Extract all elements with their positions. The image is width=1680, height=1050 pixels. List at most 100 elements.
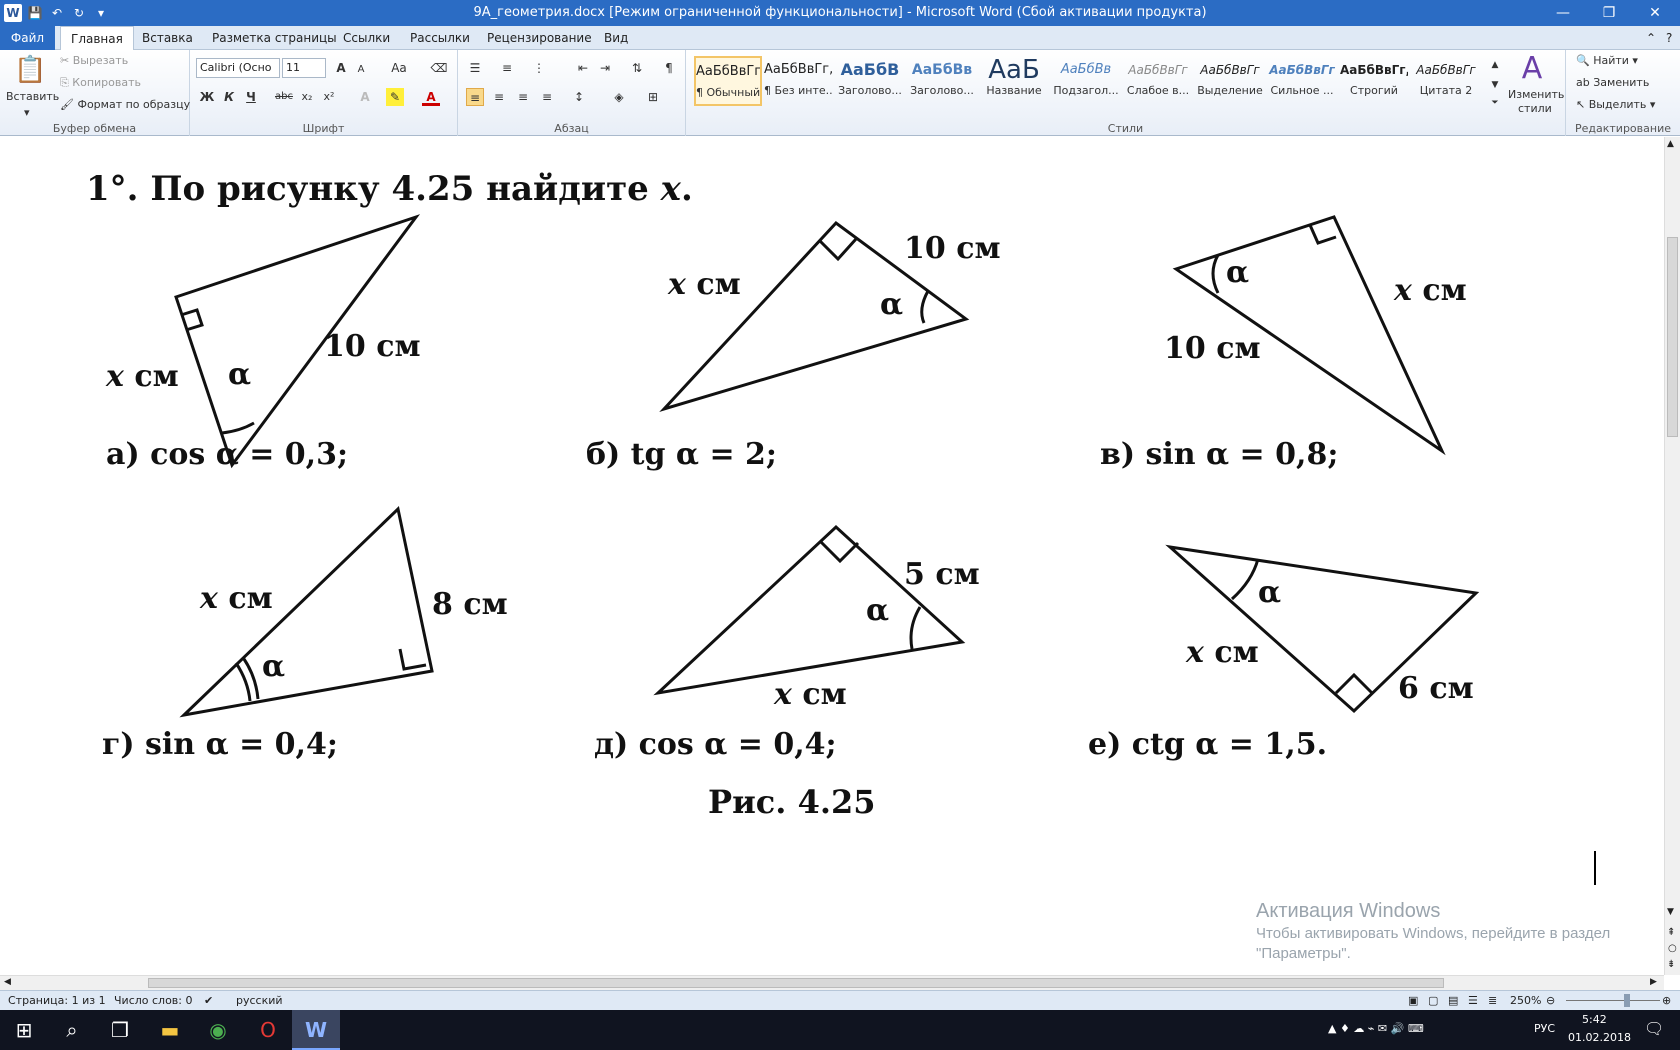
- scroll-right-icon[interactable]: ▶: [1650, 977, 1657, 987]
- strikethrough-button[interactable]: abc: [272, 88, 296, 106]
- horizontal-scrollbar[interactable]: ◀ ▶: [0, 975, 1664, 990]
- copy-button[interactable]: ⎘ Копировать: [60, 76, 141, 90]
- borders-icon[interactable]: ⊞: [644, 88, 662, 106]
- change-styles-icon[interactable]: A: [1512, 52, 1552, 86]
- zoom-in-icon[interactable]: ⊕: [1662, 994, 1671, 1007]
- bold-button[interactable]: Ж: [198, 88, 216, 106]
- bullets-icon[interactable]: ☰: [466, 59, 484, 77]
- restore-button[interactable]: ❐: [1586, 0, 1632, 26]
- shading-icon[interactable]: ◈: [610, 88, 628, 106]
- chrome-icon[interactable]: ◉: [194, 1010, 242, 1050]
- style-subtitle[interactable]: АаБбВв Подзагол...: [1052, 56, 1120, 106]
- text-effects-icon[interactable]: A: [356, 88, 374, 106]
- clear-formatting-icon[interactable]: ⌫: [430, 59, 448, 77]
- subscript-button[interactable]: x₂: [298, 88, 316, 106]
- tray-icons[interactable]: ▲ ♦ ☁ ⌁ ✉ 🔊 ⌨: [1328, 1022, 1424, 1035]
- search-icon[interactable]: ⌕: [48, 1010, 96, 1050]
- paste-dropdown-icon[interactable]: ▾: [24, 106, 30, 119]
- increase-indent-icon[interactable]: ⇥: [596, 59, 614, 77]
- style-title[interactable]: АаБ Название: [980, 56, 1048, 106]
- proofing-icon[interactable]: ✔: [204, 994, 213, 1007]
- vertical-scrollbar[interactable]: ▲ ▼ ⇞ ○ ⇟: [1664, 137, 1680, 975]
- align-center-icon[interactable]: ≡: [490, 88, 508, 106]
- align-left-icon[interactable]: ≡: [466, 88, 484, 106]
- undo-icon[interactable]: ↶: [48, 4, 66, 22]
- numbering-icon[interactable]: ≡: [498, 59, 516, 77]
- scroll-left-icon[interactable]: ◀: [4, 977, 11, 987]
- shrink-font-button[interactable]: A: [352, 61, 370, 79]
- tab-view[interactable]: Вид: [594, 26, 638, 50]
- task-view-icon[interactable]: ❐: [96, 1010, 144, 1050]
- word-count[interactable]: Число слов: 0: [114, 994, 193, 1007]
- paste-button[interactable]: Вставить: [6, 90, 59, 103]
- word-logo-icon[interactable]: W: [4, 4, 22, 22]
- italic-button[interactable]: К: [220, 88, 238, 106]
- style-heading-1[interactable]: АаБбВ Заголово...: [836, 56, 904, 106]
- highlight-icon[interactable]: ✎: [386, 88, 404, 106]
- clock-time[interactable]: 5:42: [1582, 1013, 1607, 1026]
- style-heading-2[interactable]: АаБбВв Заголово...: [908, 56, 976, 106]
- styles-more-icon[interactable]: ⏷: [1486, 94, 1504, 112]
- font-color-icon[interactable]: A: [422, 88, 440, 106]
- close-button[interactable]: ✕: [1632, 0, 1678, 26]
- justify-icon[interactable]: ≡: [538, 88, 556, 106]
- full-screen-view-icon[interactable]: ▢: [1428, 994, 1438, 1007]
- style-quote[interactable]: АаБбВвГг Цитата 2: [1412, 56, 1480, 106]
- input-language[interactable]: РУС: [1534, 1022, 1555, 1035]
- start-windows-icon[interactable]: ⊞: [0, 1010, 48, 1050]
- superscript-button[interactable]: x²: [320, 88, 338, 106]
- multilevel-list-icon[interactable]: ⋮: [530, 59, 548, 77]
- file-explorer-icon[interactable]: ▬: [146, 1010, 194, 1050]
- select-button[interactable]: ↖ Выделить ▾: [1576, 98, 1655, 111]
- sort-icon[interactable]: ⇅: [628, 59, 646, 77]
- redo-icon[interactable]: ↻: [70, 4, 88, 22]
- tab-mailings[interactable]: Рассылки: [400, 26, 480, 50]
- page-count[interactable]: Страница: 1 из 1: [8, 994, 106, 1007]
- tab-home[interactable]: Главная: [60, 26, 134, 51]
- style-subtle-emphasis[interactable]: АаБбВвГг Слабое в...: [1124, 56, 1192, 106]
- language-indicator[interactable]: русский: [236, 994, 283, 1007]
- draft-view-icon[interactable]: ≣: [1488, 994, 1497, 1007]
- web-layout-view-icon[interactable]: ▤: [1448, 994, 1458, 1007]
- help-icon[interactable]: ?: [1656, 26, 1680, 50]
- line-spacing-icon[interactable]: ↕: [570, 88, 588, 106]
- tab-page-layout[interactable]: Разметка страницы: [202, 26, 347, 50]
- find-button[interactable]: 🔍 Найти ▾: [1576, 54, 1638, 67]
- grow-font-button[interactable]: A: [332, 59, 350, 77]
- zoom-level[interactable]: 250%: [1510, 994, 1541, 1007]
- format-painter-button[interactable]: 🖌 Формат по образцу: [60, 98, 190, 111]
- zoom-slider-thumb[interactable]: [1624, 994, 1630, 1007]
- word-taskbar-icon[interactable]: W: [292, 1010, 340, 1050]
- underline-button[interactable]: Ч: [242, 88, 260, 106]
- decrease-indent-icon[interactable]: ⇤: [574, 59, 592, 77]
- replace-button[interactable]: ab Заменить: [1576, 76, 1649, 89]
- font-size-combo[interactable]: 11: [282, 58, 326, 78]
- horizontal-scroll-thumb[interactable]: [148, 978, 1444, 988]
- style-strong[interactable]: АаБбВвГг, Строгий: [1340, 56, 1408, 106]
- style-no-spacing[interactable]: АаБбВвГг, ¶ Без инте...: [764, 56, 832, 106]
- style-emphasis[interactable]: АаБбВвГг Выделение: [1196, 56, 1264, 106]
- font-name-combo[interactable]: Calibri (Осно: [196, 58, 280, 78]
- vertical-scroll-thumb[interactable]: [1667, 237, 1678, 437]
- next-page-icon[interactable]: ⇟: [1667, 959, 1675, 970]
- print-layout-view-icon[interactable]: ▣: [1408, 994, 1418, 1007]
- prev-page-icon[interactable]: ⇞: [1667, 927, 1675, 938]
- minimize-button[interactable]: —: [1540, 0, 1586, 26]
- styles-scroll-down-icon[interactable]: ▼: [1486, 76, 1504, 94]
- zoom-out-icon[interactable]: ⊖: [1546, 994, 1555, 1007]
- styles-scroll-up-icon[interactable]: ▲: [1486, 56, 1504, 74]
- browse-object-icon[interactable]: ○: [1668, 943, 1677, 954]
- style-normal[interactable]: АаБбВвГг, ¶ Обычный: [694, 56, 762, 106]
- align-right-icon[interactable]: ≡: [514, 88, 532, 106]
- scroll-up-icon[interactable]: ▲: [1667, 139, 1674, 149]
- opera-icon[interactable]: O: [244, 1010, 292, 1050]
- change-case-button[interactable]: Aa: [386, 59, 412, 77]
- tab-review[interactable]: Рецензирование: [477, 26, 602, 50]
- paste-icon[interactable]: 📋: [14, 54, 46, 86]
- scroll-down-icon[interactable]: ▼: [1667, 907, 1674, 917]
- tab-references[interactable]: Ссылки: [333, 26, 400, 50]
- save-icon[interactable]: 💾: [26, 4, 44, 22]
- change-styles-button[interactable]: Изменить: [1508, 88, 1564, 101]
- show-formatting-icon[interactable]: ¶: [660, 59, 678, 77]
- notifications-icon[interactable]: 🗨: [1644, 1019, 1664, 1038]
